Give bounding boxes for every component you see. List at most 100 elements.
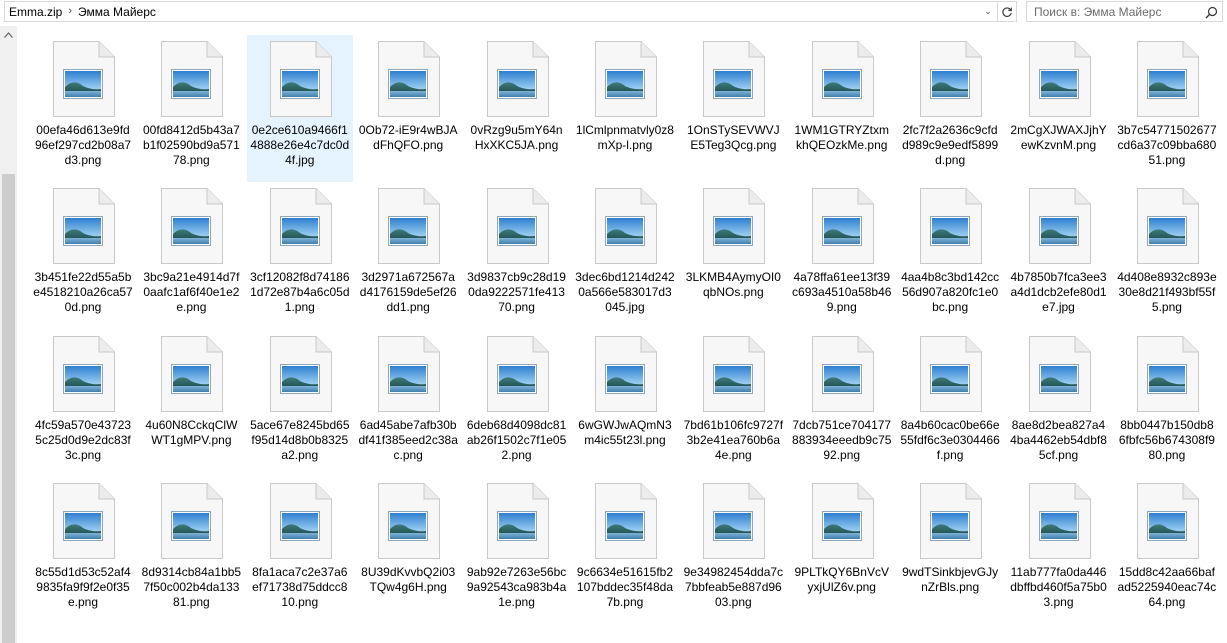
file-name-label: 0Ob72-iE9r4wBJAdFhQFO.png [358, 123, 458, 152]
file-item[interactable]: 0e2ce610a9466f14888e26e4c7dc0d4f.jpg [246, 35, 353, 182]
breadcrumb-current-folder[interactable]: Эмма Майерс [78, 5, 156, 19]
file-name-label: 2mCgXJWAXJjhYewKzvnM.png [1010, 123, 1107, 152]
file-item[interactable]: 8d9314cb84a1bb57f50c002b4da13381.png [138, 477, 244, 624]
image-file-icon [810, 41, 874, 117]
image-file-icon [268, 41, 332, 117]
file-name-label: 4b7850b7fca3ee3a4d1dcb2efe80d1e7.jpg [1010, 270, 1107, 315]
vertical-scrollbar[interactable] [0, 26, 17, 643]
search-icon[interactable] [1203, 4, 1219, 20]
file-item[interactable]: 15dd8c42aa66baf ad5225940eac74c64.png [1114, 477, 1220, 624]
file-item[interactable]: 3b451fe22d55a5be4518210a26ca570d.png [30, 182, 136, 329]
file-item[interactable]: 7dcb751ce704177883934eeedb9c7592.png [789, 330, 895, 477]
image-file-icon [593, 41, 657, 117]
image-file-icon [376, 482, 441, 559]
scrollbar-thumb[interactable] [2, 174, 15, 643]
file-item[interactable]: 3d2971a672567ad4176159de5ef26dd1.png [355, 182, 461, 329]
search-input[interactable] [1034, 2, 1204, 21]
file-name-label: 6deb68d4098dc81ab26f1502c7f1e052.png [466, 417, 567, 462]
file-item[interactable]: 3dec6bd1214d2420a566e583017d3045.jpg [572, 182, 678, 329]
file-item[interactable]: 4fc59a570e437235c25d0d9e2dc83f3c.png [30, 330, 136, 477]
file-item[interactable]: 1lCmlpnmatvly0z8mXp-l.png [572, 35, 678, 182]
file-name-label: 5ace67e8245bd65f95d14d8b0b8325a2.png [250, 417, 350, 462]
image-file-icon [701, 335, 766, 412]
refresh-icon[interactable] [997, 2, 1016, 21]
image-file-icon [1135, 188, 1199, 265]
file-name-label: 1WM1GTRYZtxmkhQEOzkMe.png [794, 123, 889, 152]
file-name-label: 7bd61b106fc9727f3b2e41ea760b6a4e.png [683, 417, 784, 462]
file-item[interactable]: 8ae8d2bea827a44ba4462eb54dbf85cf.png [1006, 330, 1112, 477]
file-name-label: 00efa46d613e9fd96ef297cd2b08a7d3.png [34, 123, 132, 167]
file-name-label: 9PLTkQY6BnVcVyxjUlZ6v.png [794, 564, 889, 594]
image-file-icon [159, 41, 224, 117]
file-item[interactable]: 4aa4b8c3bd142cc56d907a820fc1e0bc.png [897, 182, 1003, 329]
file-item[interactable]: 9ab92e7263e56bc9a92543ca983b4a1e.png [464, 477, 570, 624]
file-item[interactable]: 2mCgXJWAXJjhYewKzvnM.png [1006, 35, 1112, 182]
file-item[interactable]: 3cf12082f8d741861d72e87b4a6c05d1.png [247, 182, 353, 329]
scroll-up-arrow-icon[interactable] [0, 26, 17, 43]
image-file-icon [810, 482, 874, 559]
image-file-icon [593, 188, 657, 265]
file-item[interactable]: 00fd8412d5b43a7b1f02590bd9a57178.png [138, 35, 244, 182]
breadcrumb-emma-zip[interactable]: Emma.zip [9, 5, 62, 19]
image-file-icon [918, 188, 983, 265]
file-item[interactable]: 1OnSTySEVWVJE5Teg3Qcg.png [680, 35, 786, 182]
image-file-icon [159, 335, 224, 412]
file-item[interactable]: 8c55d1d53c52af49835fa9f9f2e0f35e.png [30, 477, 136, 624]
file-item[interactable]: 3b7c54771502677cd6a37c09bba68051.png [1114, 35, 1220, 182]
file-item[interactable]: 2fc7f2a2636c9cfdd989c9e9edf5899d.png [897, 35, 1003, 182]
file-item[interactable]: 8bb0447b150db86fbfc56b674308f980.png [1114, 330, 1220, 477]
navigation-bar: Emma.zip › Эмма Майерс ⌄ [0, 0, 1227, 24]
file-item[interactable]: 3d9837cb9c28d190da9222571fe41370.png [464, 182, 570, 329]
file-item[interactable]: 8fa1aca7c2e37a6ef71738d75ddcc810.png [247, 477, 353, 624]
file-item[interactable]: 6ad45abe7afb30bdf41f385eed2c38ac.png [355, 330, 461, 477]
file-item[interactable]: 1WM1GTRYZtxmkhQEOzkMe.png [789, 35, 895, 182]
file-item[interactable]: 4b7850b7fca3ee3a4d1dcb2efe80d1e7.jpg [1006, 182, 1112, 329]
file-item[interactable]: 5ace67e8245bd65f95d14d8b0b8325a2.png [247, 330, 353, 477]
search-box[interactable] [1026, 1, 1223, 22]
image-file-icon [701, 41, 766, 117]
address-bar[interactable]: Emma.zip › Эмма Майерс ⌄ [4, 1, 1017, 22]
image-file-icon [810, 188, 874, 265]
chevron-down-icon[interactable]: ⌄ [979, 2, 997, 21]
file-item[interactable]: 0Ob72-iE9r4wBJAdFhQFO.png [355, 35, 461, 182]
file-item[interactable]: 6wGWJwAQmN3m4ic55t23l.png [572, 330, 678, 477]
file-name-label: 9e34982454dda7c7bbfeab5e887d9603.png [683, 564, 784, 609]
file-item[interactable]: 4u60N8CckqClWWT1gMPV.png [138, 330, 244, 477]
file-item[interactable]: 8a4b60cac0be66e55fdf6c3e0304466f.png [897, 330, 1003, 477]
file-item[interactable]: 11ab777fa0da446dbffbd460f5a75b03.png [1006, 477, 1112, 624]
image-file-icon [485, 335, 549, 412]
file-item[interactable]: 9wdTSinkbjevGJynZrBls.png [897, 477, 1003, 624]
file-item[interactable]: 9e34982454dda7c7bbfeab5e887d9603.png [680, 477, 786, 624]
file-item[interactable]: 00efa46d613e9fd96ef297cd2b08a7d3.png [30, 35, 136, 182]
image-file-icon [268, 188, 332, 265]
file-name-label: 3cf12082f8d741861d72e87b4a6c05d1.png [250, 270, 350, 315]
file-name-label: 4d408e8932c893e30e8d21f493bf55f5.png [1117, 270, 1217, 315]
file-name-label: 4aa4b8c3bd142cc56d907a820fc1e0bc.png [901, 270, 1000, 315]
file-item[interactable]: 8U39dKvvbQ2i03TQw4g6H.png [355, 477, 461, 624]
file-item[interactable]: 3LKMB4AymyOI0qbNOs.png [680, 182, 786, 329]
file-item[interactable]: 4a78ffa61ee13f39c693a4510a58b469.png [789, 182, 895, 329]
file-item[interactable]: 9PLTkQY6BnVcVyxjUlZ6v.png [789, 477, 895, 624]
file-item[interactable]: 6deb68d4098dc81ab26f1502c7f1e052.png [464, 330, 570, 477]
image-file-icon [51, 41, 115, 117]
file-name-label: 0e2ce610a9466f14888e26e4c7dc0d4f.jpg [250, 123, 350, 167]
image-file-icon [918, 335, 983, 412]
file-name-label: 15dd8c42aa66baf ad5225940eac74c64.png [1117, 564, 1217, 609]
file-name-label: 6ad45abe7afb30bdf41f385eed2c38ac.png [358, 417, 458, 462]
file-item[interactable]: 9c6634e51615fb2107bddec35f48da7b.png [572, 477, 678, 624]
image-file-icon [1135, 482, 1199, 559]
file-name-label: 9c6634e51615fb2107bddec35f48da7b.png [576, 564, 673, 609]
file-item[interactable]: 3bc9a21e4914d7f0aafc1af6f40e1e2e.png [138, 182, 244, 329]
file-name-label: 9wdTSinkbjevGJynZrBls.png [902, 564, 999, 594]
file-name-label: 9ab92e7263e56bc9a92543ca983b4a1e.png [466, 564, 567, 609]
file-item[interactable]: 7bd61b106fc9727f3b2e41ea760b6a4e.png [680, 330, 786, 477]
file-name-label: 3bc9a21e4914d7f0aafc1af6f40e1e2e.png [143, 270, 240, 315]
image-file-icon [1027, 41, 1091, 117]
file-name-label: 1OnSTySEVWVJE5Teg3Qcg.png [686, 123, 780, 152]
file-item[interactable]: 4d408e8932c893e30e8d21f493bf55f5.png [1114, 182, 1220, 329]
file-item[interactable]: 0vRzg9u5mY64nHxXKC5JA.png [464, 35, 570, 182]
file-name-label: 8c55d1d53c52af49835fa9f9f2e0f35e.png [35, 564, 131, 609]
breadcrumb-separator-icon[interactable]: › [68, 6, 72, 17]
image-file-icon [701, 188, 766, 265]
image-file-icon [593, 335, 657, 412]
